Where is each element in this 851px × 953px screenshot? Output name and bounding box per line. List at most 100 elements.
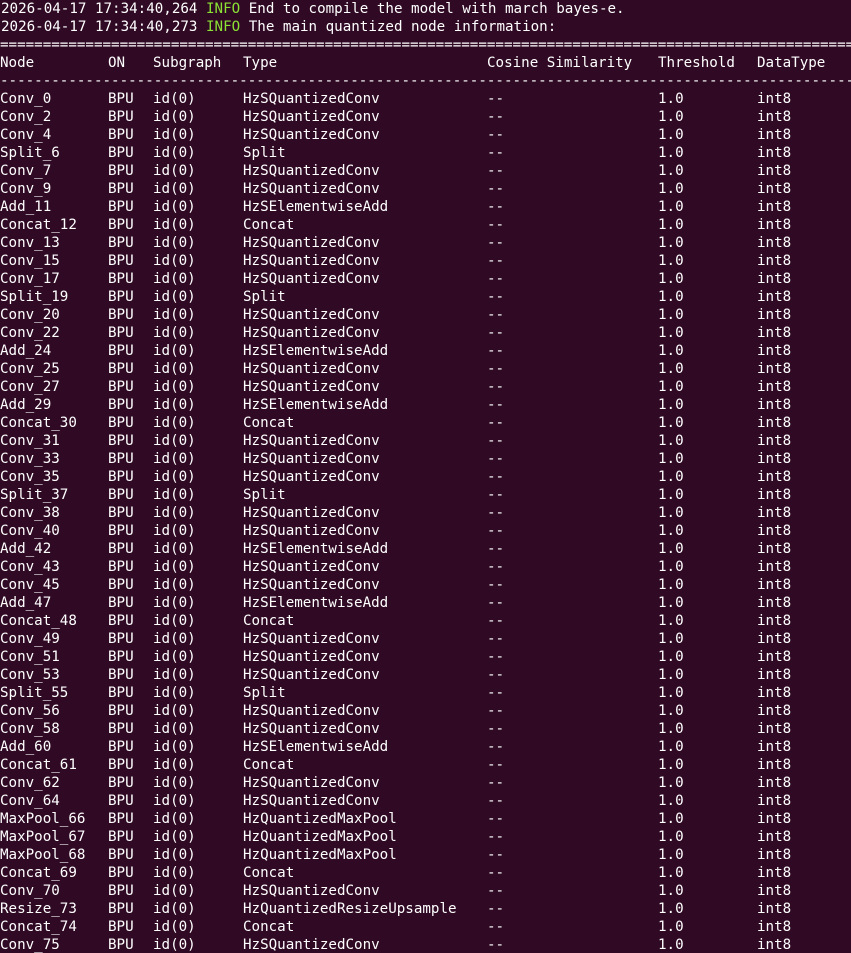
log-level: INFO	[206, 1, 241, 17]
cell-cosine-similarity: --	[487, 505, 505, 521]
table-row: Conv_43 BPU id(0) HzSQuantizedConv -- 1.0 int8	[0, 558, 851, 576]
cell-on: BPU	[108, 919, 134, 935]
cell-node: MaxPool_67	[0, 829, 86, 845]
cell-subgraph: id(0)	[153, 199, 196, 215]
cell-cosine-similarity: --	[487, 775, 505, 791]
header-subgraph: Subgraph	[153, 55, 222, 71]
cell-on: BPU	[108, 721, 134, 737]
cell-type: Concat	[243, 217, 295, 233]
table-row: Split_19 BPU id(0) Split -- 1.0 int8	[0, 288, 851, 306]
cell-datatype: int8	[757, 613, 792, 629]
table-row: Add_60 BPU id(0) HzSElementwiseAdd -- 1.0 int8	[0, 738, 851, 756]
cell-cosine-similarity: --	[487, 865, 505, 881]
cell-on: BPU	[108, 793, 134, 809]
cell-type: HzSQuantizedConv	[243, 703, 380, 719]
cell-datatype: int8	[757, 91, 792, 107]
table-row: Conv_22 BPU id(0) HzSQuantizedConv -- 1.0 int8	[0, 324, 851, 342]
cell-threshold: 1.0	[658, 91, 684, 107]
cell-datatype: int8	[757, 451, 792, 467]
table-row: Conv_7 BPU id(0) HzSQuantizedConv -- 1.0 int8	[0, 162, 851, 180]
cell-threshold: 1.0	[658, 199, 684, 215]
table-row: Conv_0 BPU id(0) HzSQuantizedConv -- 1.0 int8	[0, 90, 851, 108]
cell-on: BPU	[108, 523, 134, 539]
cell-node: Split_6	[0, 145, 60, 161]
cell-type: HzSQuantizedConv	[243, 523, 380, 539]
cell-node: Conv_64	[0, 793, 60, 809]
header-on: ON	[108, 55, 126, 71]
cell-datatype: int8	[757, 901, 792, 917]
cell-threshold: 1.0	[658, 127, 684, 143]
cell-threshold: 1.0	[658, 217, 684, 233]
cell-node: Conv_20	[0, 307, 60, 323]
cell-subgraph: id(0)	[153, 775, 196, 791]
cell-threshold: 1.0	[658, 451, 684, 467]
cell-threshold: 1.0	[658, 397, 684, 413]
table-row: Split_55 BPU id(0) Split -- 1.0 int8	[0, 684, 851, 702]
cell-on: BPU	[108, 307, 134, 323]
cell-subgraph: id(0)	[153, 253, 196, 269]
cell-threshold: 1.0	[658, 181, 684, 197]
cell-subgraph: id(0)	[153, 379, 196, 395]
cell-cosine-similarity: --	[487, 127, 505, 143]
cell-datatype: int8	[757, 793, 792, 809]
table-row: Concat_48 BPU id(0) Concat -- 1.0 int8	[0, 612, 851, 630]
cell-node: Concat_69	[0, 865, 77, 881]
cell-type: HzQuantizedMaxPool	[243, 811, 397, 827]
cell-cosine-similarity: --	[487, 919, 505, 935]
cell-node: Conv_58	[0, 721, 60, 737]
cell-type: HzQuantizedResizeUpsample	[243, 901, 457, 917]
cell-datatype: int8	[757, 577, 792, 593]
cell-node: Add_11	[0, 199, 52, 215]
cell-subgraph: id(0)	[153, 91, 196, 107]
cell-cosine-similarity: --	[487, 703, 505, 719]
cell-cosine-similarity: --	[487, 847, 505, 863]
cell-node: Conv_49	[0, 631, 60, 647]
cell-datatype: int8	[757, 199, 792, 215]
cell-threshold: 1.0	[658, 721, 684, 737]
cell-datatype: int8	[757, 379, 792, 395]
cell-node: Conv_38	[0, 505, 60, 521]
cell-cosine-similarity: --	[487, 451, 505, 467]
table-row: Conv_58 BPU id(0) HzSQuantizedConv -- 1.0 int8	[0, 720, 851, 738]
cell-type: HzSQuantizedConv	[243, 181, 380, 197]
cell-datatype: int8	[757, 469, 792, 485]
cell-on: BPU	[108, 271, 134, 287]
cell-subgraph: id(0)	[153, 811, 196, 827]
cell-threshold: 1.0	[658, 109, 684, 125]
table-row: Add_47 BPU id(0) HzSElementwiseAdd -- 1.0 int8	[0, 594, 851, 612]
cell-subgraph: id(0)	[153, 163, 196, 179]
cell-node: Add_24	[0, 343, 52, 359]
cell-type: Concat	[243, 757, 295, 773]
table-row: Conv_56 BPU id(0) HzSQuantizedConv -- 1.0 int8	[0, 702, 851, 720]
cell-node: Conv_22	[0, 325, 60, 341]
table-row: Conv_13 BPU id(0) HzSQuantizedConv -- 1.0 int8	[0, 234, 851, 252]
cell-subgraph: id(0)	[153, 649, 196, 665]
cell-node: Split_19	[0, 289, 69, 305]
cell-threshold: 1.0	[658, 883, 684, 899]
cell-datatype: int8	[757, 109, 792, 125]
cell-datatype: int8	[757, 883, 792, 899]
cell-type: HzSElementwiseAdd	[243, 739, 389, 755]
cell-cosine-similarity: --	[487, 721, 505, 737]
cell-datatype: int8	[757, 595, 792, 611]
cell-type: Concat	[243, 613, 295, 629]
cell-cosine-similarity: --	[487, 631, 505, 647]
cell-cosine-similarity: --	[487, 811, 505, 827]
cell-on: BPU	[108, 451, 134, 467]
cell-threshold: 1.0	[658, 937, 684, 953]
cell-threshold: 1.0	[658, 775, 684, 791]
cell-node: Conv_43	[0, 559, 60, 575]
cell-type: HzSQuantizedConv	[243, 307, 380, 323]
cell-type: HzSElementwiseAdd	[243, 541, 389, 557]
cell-on: BPU	[108, 415, 134, 431]
cell-node: Split_37	[0, 487, 69, 503]
cell-cosine-similarity: --	[487, 109, 505, 125]
cell-threshold: 1.0	[658, 307, 684, 323]
log-message: The main quantized node information:	[248, 19, 557, 35]
cell-node: Conv_75	[0, 937, 60, 953]
cell-node: Split_55	[0, 685, 69, 701]
terminal-window[interactable]: 2026-04-17 17:34:40,264 INFO End to comp…	[0, 0, 851, 953]
cell-cosine-similarity: --	[487, 163, 505, 179]
cell-on: BPU	[108, 685, 134, 701]
cell-type: HzSQuantizedConv	[243, 937, 380, 953]
